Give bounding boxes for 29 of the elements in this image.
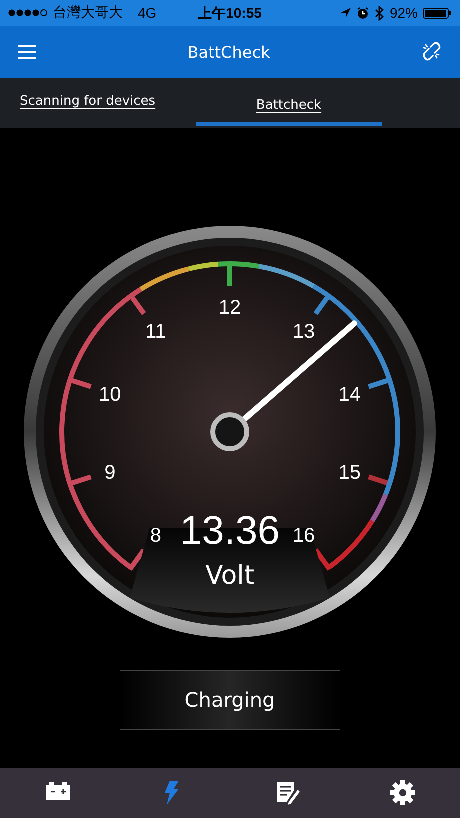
scale-label: 11 — [146, 321, 166, 344]
scale-label: 13 — [292, 321, 316, 344]
location-icon — [340, 7, 352, 19]
broken-link-icon[interactable] — [422, 42, 442, 62]
menu-icon[interactable] — [18, 44, 36, 60]
settings-icon — [390, 780, 416, 806]
scale-label: 8 — [150, 524, 162, 547]
battery-percent: 92% — [390, 5, 418, 21]
tab[interactable]: Scanning for devices — [20, 78, 196, 126]
voltage-reading: 13.36 — [180, 509, 280, 553]
scale-label: 14 — [338, 384, 361, 406]
scale-label: 10 — [99, 384, 122, 406]
scale-label: 16 — [292, 524, 316, 547]
scale-label: 12 — [218, 297, 242, 319]
nav-tab[interactable] — [388, 778, 418, 808]
charging-status-button[interactable]: Charging — [120, 670, 340, 730]
signal-icon — [8, 8, 48, 18]
notepad-icon — [274, 780, 300, 806]
alarm-icon — [356, 6, 369, 20]
app-title: BattCheck — [188, 42, 270, 62]
carrier-name: 台灣大哥大 — [53, 4, 123, 22]
scale-label: 15 — [338, 462, 361, 484]
network-type: 4G — [138, 5, 157, 21]
bluetooth-icon — [374, 6, 385, 20]
clock-time: 上午10:55 — [198, 5, 262, 21]
needle-hub — [210, 412, 250, 452]
unit-label: Volt — [205, 561, 255, 591]
scale-label: 9 — [104, 462, 116, 484]
battery-icon — [423, 8, 452, 18]
